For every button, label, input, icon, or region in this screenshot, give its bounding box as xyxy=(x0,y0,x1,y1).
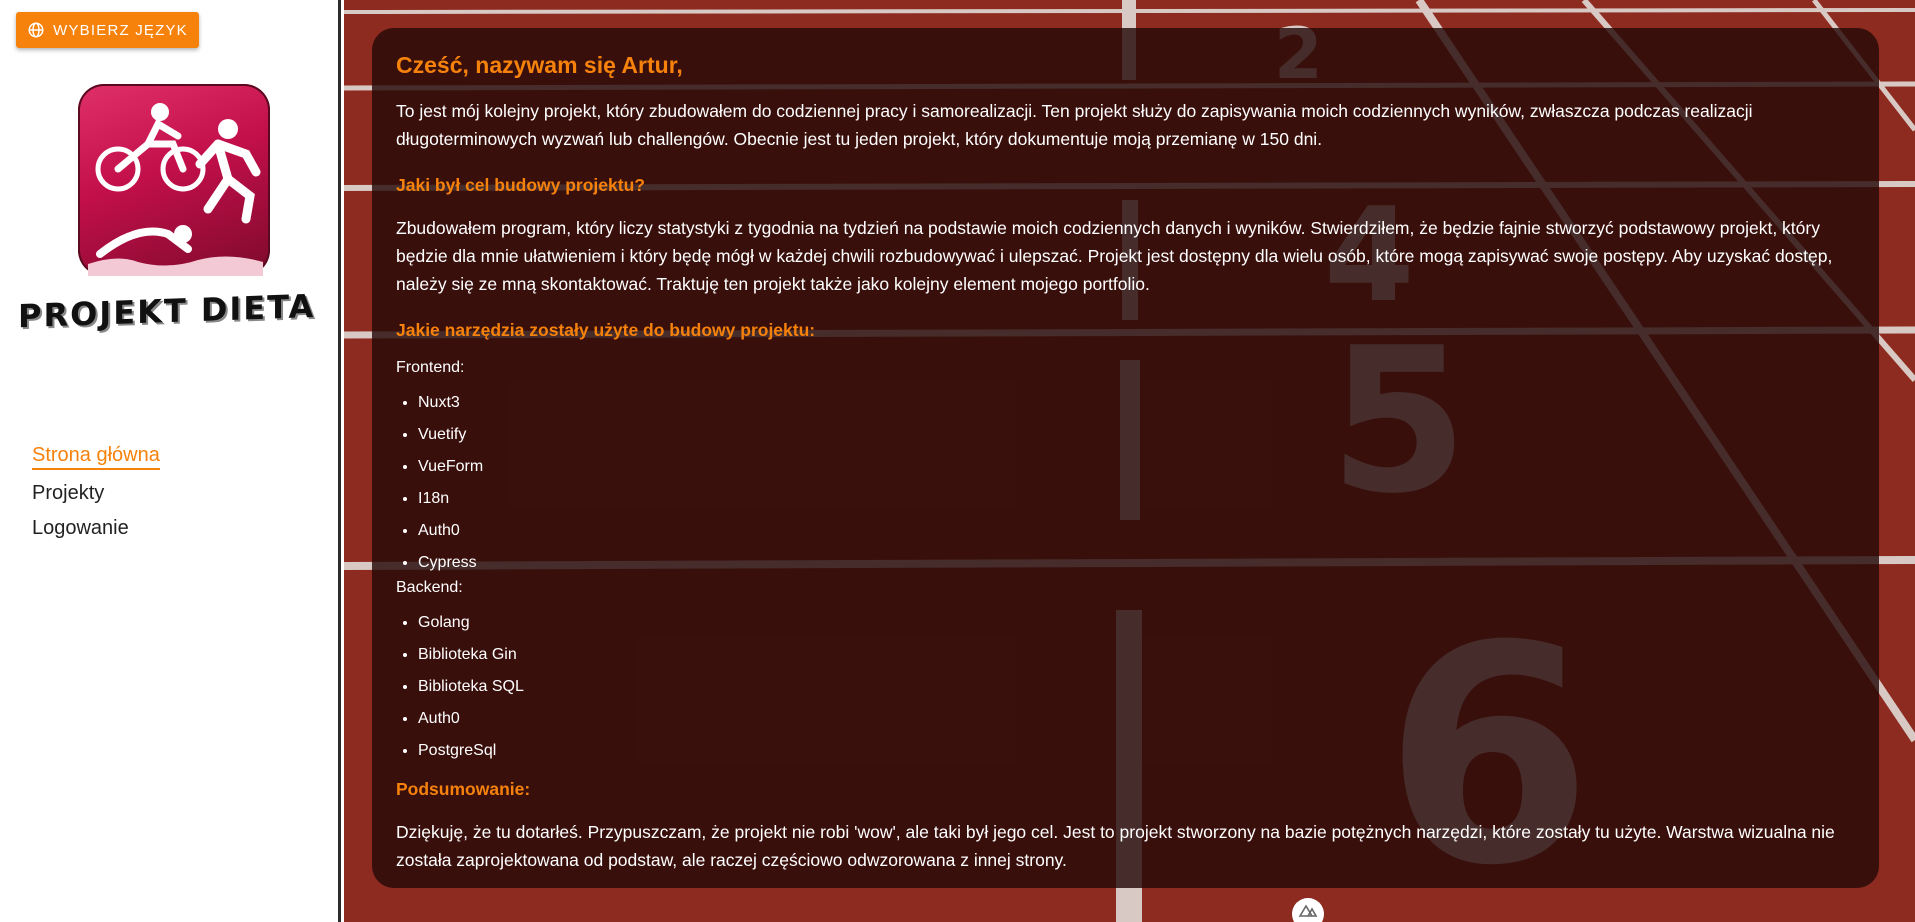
list-item: Auth0 xyxy=(418,703,1855,735)
language-button-label: Wybierz język xyxy=(53,21,188,39)
list-item: Cypress xyxy=(418,547,1855,579)
list-item: Biblioteka SQL xyxy=(418,671,1855,703)
globe-icon xyxy=(28,22,44,38)
list-item: PostgreSql xyxy=(418,735,1855,767)
nuxt-icon xyxy=(1298,904,1318,917)
summary-heading: Podsumowanie: xyxy=(396,779,531,799)
frontend-list: Nuxt3 Vuetify VueForm I18n Auth0 Cypress xyxy=(396,387,1855,579)
main-nav: Strona główna Projekty Logowanie xyxy=(32,444,160,552)
nav-item-home[interactable]: Strona główna xyxy=(32,444,160,470)
frontend-label: Frontend: xyxy=(396,359,465,376)
list-item: Auth0 xyxy=(418,515,1855,547)
goal-heading: Jaki był cel budowy projektu? xyxy=(396,175,645,195)
list-item: Vuetify xyxy=(418,419,1855,451)
about-card: Cześć, nazywam się Artur, To jest mój ko… xyxy=(372,28,1879,888)
logo-text: PROJEKT DIETA xyxy=(18,286,316,336)
list-item: I18n xyxy=(418,483,1855,515)
tools-heading: Jakie narzędzia zostały użyte do budowy … xyxy=(396,320,816,340)
list-item: Biblioteka Gin xyxy=(418,639,1855,671)
logo-icon xyxy=(78,84,270,276)
list-item: Nuxt3 xyxy=(418,387,1855,419)
backend-label: Backend: xyxy=(396,579,463,596)
intro-paragraph: To jest mój kolejny projekt, który zbudo… xyxy=(396,101,1753,149)
sidebar: Wybierz język PROJEKT DIETA Strona główn… xyxy=(0,0,341,922)
nav-item-login[interactable]: Logowanie xyxy=(32,517,160,540)
nav-item-projects[interactable]: Projekty xyxy=(32,482,160,505)
list-item: VueForm xyxy=(418,451,1855,483)
list-item: Golang xyxy=(418,607,1855,639)
nuxt-badge[interactable] xyxy=(1292,898,1324,922)
page-title: Cześć, nazywam się Artur, xyxy=(396,52,683,78)
backend-list: Golang Biblioteka Gin Biblioteka SQL Aut… xyxy=(396,607,1855,767)
language-button[interactable]: Wybierz język xyxy=(16,12,199,48)
main-area: 2 4 5 6 Cześć, nazywam się Artur, To jes… xyxy=(344,0,1915,922)
summary-paragraph: Dziękuję, że tu dotarłeś. Przypuszczam, … xyxy=(396,822,1835,870)
goal-paragraph: Zbudowałem program, który liczy statysty… xyxy=(396,218,1833,294)
